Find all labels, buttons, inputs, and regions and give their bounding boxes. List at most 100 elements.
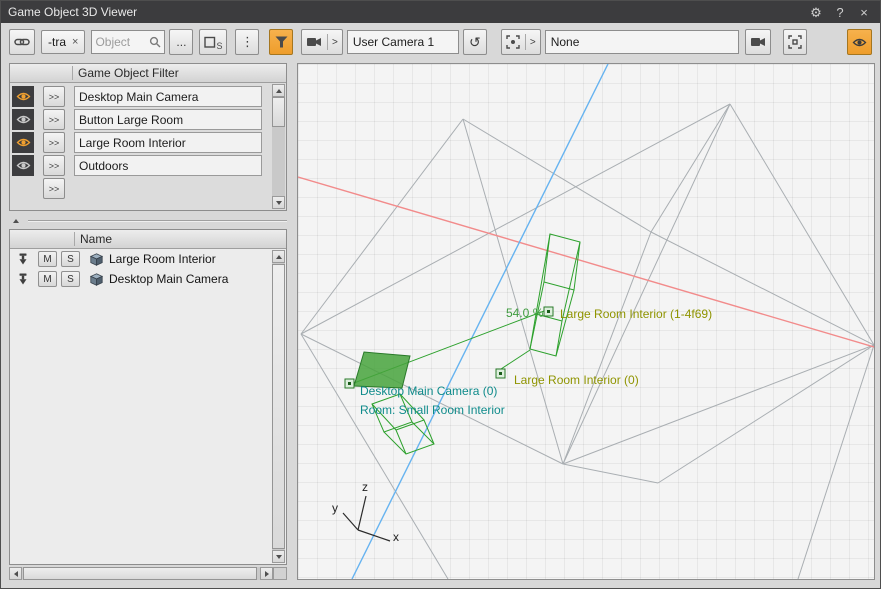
filter-scrollbar[interactable] — [272, 84, 285, 209]
pin-icon[interactable] — [16, 273, 30, 285]
mute-button[interactable]: M — [38, 251, 57, 267]
menu-dots-button[interactable]: ⋮ — [235, 29, 259, 55]
scroll-up-button[interactable] — [272, 84, 285, 97]
eye-icon — [852, 37, 867, 48]
double-chevron-icon: >> — [49, 184, 60, 194]
object-row[interactable]: M S Large Room Interior — [10, 249, 286, 269]
scroll-up-button[interactable] — [272, 250, 285, 263]
scroll-thumb[interactable] — [272, 97, 285, 127]
assign-button[interactable]: >> — [43, 155, 65, 176]
more-label: ... — [176, 35, 186, 49]
visibility-toggle-button[interactable] — [847, 29, 872, 55]
frame-corners-icon — [788, 35, 802, 49]
coverage-percent-label: 54.0 % — [506, 306, 543, 320]
room-instance-label: Large Room Interior (1-4f69) — [560, 307, 712, 321]
scene-wireframe — [298, 64, 874, 579]
game-object-3d-viewer-window: Game Object 3D Viewer ⚙ ? × -tra × — [0, 0, 881, 589]
filter-name-field[interactable] — [74, 155, 262, 176]
chevron-down-icon: > — [327, 34, 338, 50]
frame-selection-button[interactable] — [783, 29, 807, 55]
x-axis-line — [298, 177, 874, 347]
close-icon[interactable]: × — [855, 4, 873, 20]
scroll-track[interactable] — [272, 97, 285, 196]
scroll-down-button[interactable] — [272, 196, 285, 209]
filter-row: >> — [12, 85, 284, 108]
target-field[interactable] — [545, 30, 739, 54]
viewport-3d[interactable]: 54.0 % Large Room Interior (1-4f69) Larg… — [297, 63, 875, 580]
visibility-eye-toggle[interactable] — [12, 86, 34, 107]
scroll-right-button[interactable] — [260, 567, 273, 580]
filter-toggle-button[interactable] — [269, 29, 293, 55]
solo-button[interactable]: S — [61, 251, 80, 267]
filter-row: >> — [12, 154, 284, 177]
assign-button[interactable]: >> — [43, 132, 65, 153]
horizontal-scrollbar[interactable] — [9, 567, 273, 580]
y-axis-label: y — [332, 501, 338, 515]
pick-target-button[interactable]: > — [501, 29, 541, 55]
object-search-field[interactable] — [91, 30, 165, 54]
undo-icon: ↺ — [469, 34, 481, 51]
camera-name-field[interactable] — [347, 30, 459, 54]
x-axis-label: x — [393, 530, 399, 544]
divider-groove — [28, 220, 287, 222]
filter-name-field[interactable] — [74, 86, 262, 107]
link-filter-button[interactable] — [9, 29, 35, 55]
solo-button[interactable]: S — [61, 271, 80, 287]
mute-label: M — [43, 274, 51, 285]
camera-view-button[interactable] — [745, 29, 771, 55]
filter-row: >> — [12, 108, 284, 131]
game-object-filter-panel: Game Object Filter >> — [9, 63, 287, 211]
settings-gear-icon[interactable]: ⚙ — [807, 4, 825, 20]
save-search-icon — [204, 36, 216, 49]
empty-eye-cell — [12, 178, 34, 199]
mute-label: M — [43, 254, 51, 265]
mute-button[interactable]: M — [38, 271, 57, 287]
assign-button[interactable]: >> — [43, 109, 65, 130]
save-search-button[interactable]: S — [199, 29, 227, 55]
game-object-cube-icon — [90, 253, 103, 266]
assign-button[interactable]: >> — [43, 86, 65, 107]
room-zero-label: Large Room Interior (0) — [514, 373, 639, 387]
filter-name-field[interactable] — [74, 132, 262, 153]
visibility-eye-toggle[interactable] — [12, 155, 34, 176]
game-object-cube-icon — [90, 273, 103, 286]
filter-name-field[interactable] — [74, 109, 262, 130]
help-icon[interactable]: ? — [831, 4, 849, 20]
solo-label: S — [67, 274, 74, 285]
pin-icon[interactable] — [16, 253, 30, 265]
name-header-label: Name — [80, 232, 112, 246]
s-badge-label: S — [216, 41, 222, 51]
filter-panel-header: Game Object Filter — [10, 64, 286, 83]
scroll-down-button[interactable] — [272, 550, 285, 563]
eye-icon — [16, 114, 31, 125]
eye-icon — [16, 137, 31, 148]
viewport-toolbar: > ↺ > — [301, 28, 872, 56]
reset-camera-button[interactable]: ↺ — [463, 29, 487, 55]
filter-tag-chip[interactable]: -tra × — [41, 30, 85, 54]
scroll-track[interactable] — [272, 263, 285, 550]
funnel-icon — [275, 36, 288, 48]
object-name: Large Room Interior — [109, 252, 216, 266]
double-chevron-icon: >> — [49, 161, 60, 171]
double-chevron-icon: >> — [49, 138, 60, 148]
object-list-scrollbar[interactable] — [272, 250, 285, 563]
assign-button[interactable]: >> — [43, 178, 65, 199]
visibility-eye-toggle[interactable] — [12, 109, 34, 130]
more-options-button[interactable]: ... — [169, 29, 193, 55]
dots-icon: ⋮ — [241, 34, 254, 50]
name-column-header[interactable]: Name — [10, 230, 286, 249]
search-input[interactable] — [95, 35, 149, 49]
scroll-left-button[interactable] — [9, 567, 22, 580]
scroll-thumb[interactable] — [272, 264, 285, 549]
z-axis-label: z — [362, 480, 368, 494]
titlebar[interactable]: Game Object 3D Viewer ⚙ ? × — [1, 1, 880, 23]
double-chevron-icon: >> — [49, 115, 60, 125]
scroll-thumb[interactable] — [23, 567, 257, 580]
object-row[interactable]: M S Desktop Main Camera — [10, 269, 286, 289]
scroll-track[interactable] — [22, 567, 260, 580]
camera-select-button[interactable]: > — [301, 29, 343, 55]
visibility-eye-toggle[interactable] — [12, 132, 34, 153]
collapse-panel-button[interactable] — [9, 216, 23, 226]
filter-rows: >> >> — [10, 83, 286, 202]
remove-tag-icon[interactable]: × — [72, 36, 78, 48]
